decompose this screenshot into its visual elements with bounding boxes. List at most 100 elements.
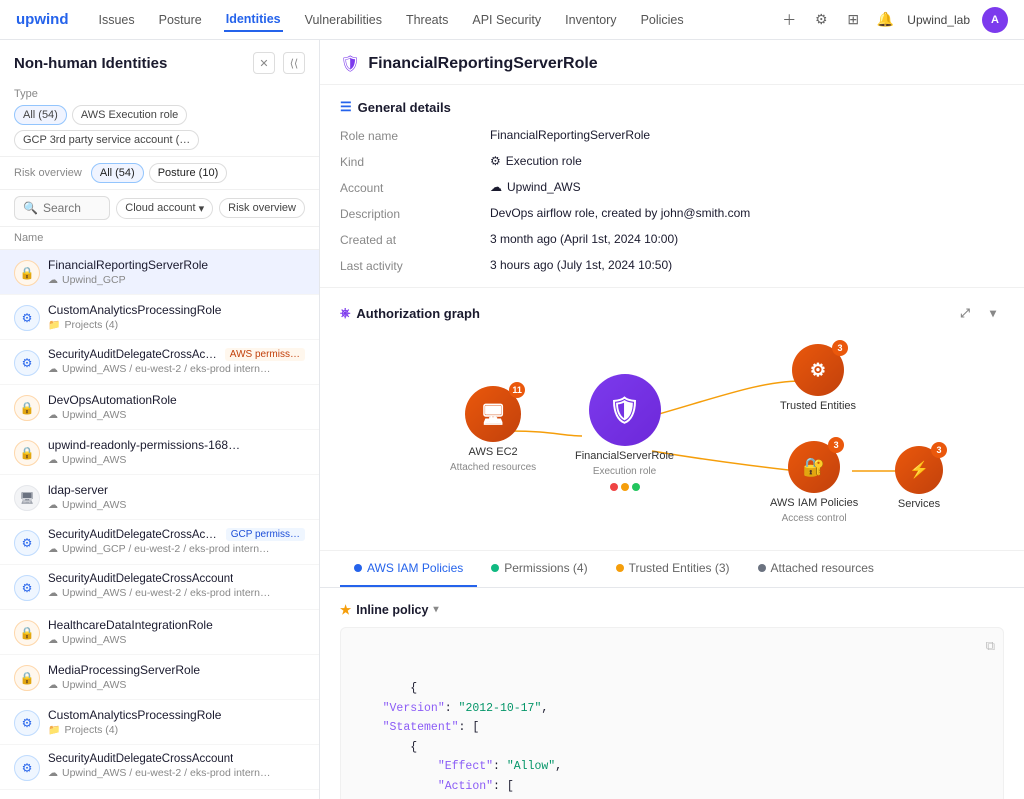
col-header: Name [0,226,319,250]
risk-tab-posture[interactable]: Posture (10) [149,163,228,183]
field-value-1: ⚙ Execution role [490,153,1004,169]
list-item[interactable]: ⚙ SecurityAuditDelegateCrossAccount AWS … [0,340,319,385]
item-sub-1: 📁 Projects (4) [48,319,305,331]
item-name-8: HealthcareDataIntegrationRole [48,618,213,632]
avatar[interactable]: A [982,7,1008,33]
item-content-1: CustomAnalyticsProcessingRole 📁 Projects… [48,303,305,331]
list-item[interactable]: 🔒 FinancialReportingServerRole ☁ Upwind_… [0,250,319,295]
item-sub-10: 📁 Projects (4) [48,724,305,736]
list-item[interactable]: 🖥 backup-server ☁ Upwind_AWS [0,790,319,799]
tab-attached-resources[interactable]: Attached resources [744,551,888,587]
trusted-label: Trusted Entities [780,400,856,412]
item-icon-0: 🔒 [14,260,40,286]
layout-icon[interactable]: ⊞ [843,10,863,30]
list-item[interactable]: ⚙ SecurityAuditDelegateCrossAccount GCP … [0,520,319,565]
type-filter-section: Type All (54) AWS Execution role GCP 3rd… [0,82,319,156]
filter-gcp[interactable]: GCP 3rd party service account (… [14,130,199,150]
search-input[interactable] [43,201,101,215]
collapse-icon[interactable]: ⟨⟨ [283,52,305,74]
item-content-4: upwind-readonly-permissions-168… ☁ Upwin… [48,438,305,466]
tab-iam-policies[interactable]: AWS IAM Policies [340,551,477,587]
expand-policy-icon[interactable]: ▾ [433,604,438,615]
nav-inventory[interactable]: Inventory [563,9,618,31]
chevron-down-icon[interactable]: ▾ [982,302,1004,324]
field-label-3: Description [340,205,490,221]
tab-dot-permissions [491,564,499,572]
cloud-account-filter[interactable]: Cloud account ▾ [116,198,213,219]
item-icon-9: 🔒 [14,665,40,691]
nav-identities[interactable]: Identities [224,8,283,32]
tab-trusted-entities[interactable]: Trusted Entities (3) [602,551,744,587]
tab-permissions[interactable]: Permissions (4) [477,551,601,587]
copy-icon[interactable]: ⧉ [986,636,995,658]
general-details-section: ☰ General details Role name FinancialRep… [320,85,1024,288]
item-name-11: SecurityAuditDelegateCrossAccount [48,753,233,765]
item-name-5: ldap-server [48,483,108,497]
item-content-5: ldap-server ☁ Upwind_AWS [48,483,305,511]
policy-heading: ★ Inline policy ▾ [340,602,1004,617]
item-name-3: DevOpsAutomationRole [48,393,177,407]
graph-node-services[interactable]: ⚡ 3 Services [895,446,943,510]
nav-policies[interactable]: Policies [639,9,686,31]
item-content-9: MediaProcessingServerRole ☁ Upwind_AWS [48,663,305,691]
risk-overview-filter[interactable]: Risk overview [219,198,305,218]
item-name-7: SecurityAuditDelegateCrossAccount [48,573,233,585]
graph-section: ⎈ Authorization graph ⤢ ▾ [320,288,1024,551]
plus-icon[interactable]: ＋ [779,10,799,30]
list-item[interactable]: ⚙ SecurityAuditDelegateCrossAccount ☁ Up… [0,565,319,610]
list-icon: ☰ [340,99,352,115]
nav-posture[interactable]: Posture [157,9,204,31]
item-name-4: upwind-readonly-permissions-168… [48,438,240,452]
search-icon: 🔍 [23,201,38,215]
item-icon-4: 🔒 [14,440,40,466]
code-block: ⧉ { "Version": "2012-10-17", "Statement"… [340,627,1004,799]
item-name-0: FinancialReportingServerRole [48,258,208,272]
services-label: Services [898,498,940,510]
execution-icon: ⚙ [490,154,501,168]
cloud-icon: ☁ [490,180,502,194]
graph-node-iam[interactable]: 🔐 3 AWS IAM Policies Access control [770,441,858,524]
list-item[interactable]: ⚙ CustomAnalyticsProcessingRole 📁 Projec… [0,295,319,340]
bell-icon[interactable]: 🔔 [875,10,895,30]
filter-all[interactable]: All (54) [14,105,67,125]
detail-header: 🛡 FinancialReportingServerRole [320,40,1024,85]
graph-icons: ⤢ ▾ [954,302,1004,324]
graph-node-central[interactable]: 🛡 FinancialServerRole Execution role [575,374,674,491]
nav-issues[interactable]: Issues [97,9,137,31]
policy-section: ★ Inline policy ▾ ⧉ { "Version": "2012-1… [320,588,1024,799]
graph-node-trusted[interactable]: ⚙ 3 Trusted Entities [780,344,856,412]
list-item[interactable]: 🔒 DevOpsAutomationRole ☁ Upwind_AWS [0,385,319,430]
list-item[interactable]: ⚙ SecurityAuditDelegateCrossAccount ☁ Up… [0,745,319,790]
item-name-1: CustomAnalyticsProcessingRole [48,303,221,317]
nav-vulnerabilities[interactable]: Vulnerabilities [303,9,384,31]
risk-tab-all[interactable]: All (54) [91,163,144,183]
item-content-11: SecurityAuditDelegateCrossAccount ☁ Upwi… [48,753,305,779]
list-item[interactable]: 🔒 upwind-readonly-permissions-168… ☁ Upw… [0,430,319,475]
iam-sublabel: Access control [782,513,847,524]
nav-api-security[interactable]: API Security [470,9,543,31]
ec2-sublabel: Attached resources [450,462,536,473]
nav-threats[interactable]: Threats [404,9,450,31]
field-value-0: FinancialReportingServerRole [490,127,1004,143]
sidebar-header: Non-human Identities ✕ ⟨⟨ [0,40,319,82]
role-icon: 🛡 [340,54,360,74]
item-badge-2: AWS permiss… [225,348,305,361]
field-value-3: DevOps airflow role, created by john@smi… [490,205,1004,221]
list-item[interactable]: ⚙ CustomAnalyticsProcessingRole 📁 Projec… [0,700,319,745]
trusted-badge: 3 [832,340,848,356]
close-icon[interactable]: ✕ [253,52,275,74]
expand-graph-icon[interactable]: ⤢ [954,302,976,324]
graph-node-ec2[interactable]: 🖥 11 AWS EC2 Attached resources [450,386,536,473]
field-label-1: Kind [340,153,490,169]
tab-dot-trusted [616,564,624,572]
tab-dot-attached [758,564,766,572]
list-item[interactable]: 🔒 MediaProcessingServerRole ☁ Upwind_AWS [0,655,319,700]
item-content-10: CustomAnalyticsProcessingRole 📁 Projects… [48,708,305,736]
list-item[interactable]: 🖥 ldap-server ☁ Upwind_AWS [0,475,319,520]
inline-policy-label: Inline policy [356,603,428,617]
field-label-4: Created at [340,231,490,247]
filter-aws[interactable]: AWS Execution role [72,105,187,125]
item-icon-3: 🔒 [14,395,40,421]
list-item[interactable]: 🔒 HealthcareDataIntegrationRole ☁ Upwind… [0,610,319,655]
gear-icon[interactable]: ⚙ [811,10,831,30]
